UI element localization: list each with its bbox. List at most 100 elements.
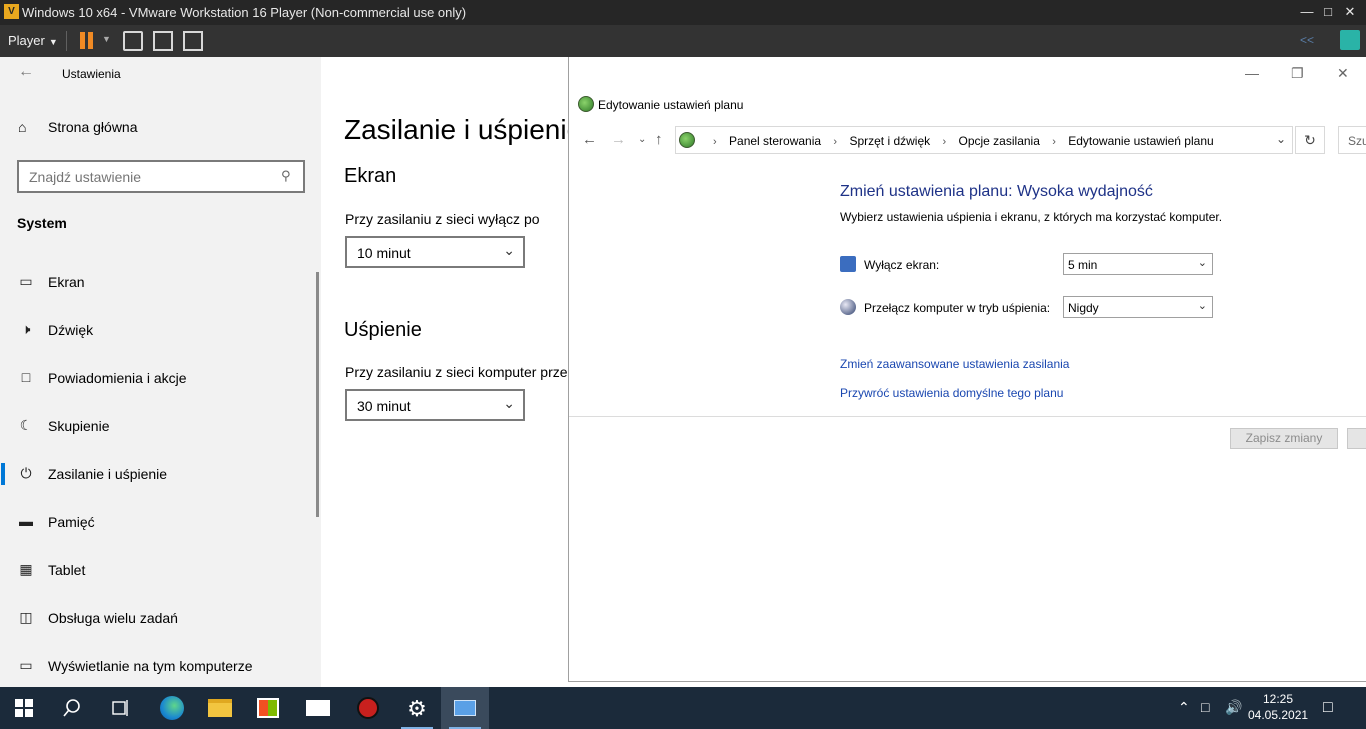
taskbar-settings[interactable]: ⚙ (393, 687, 441, 729)
clock[interactable]: 12:25 04.05.2021 (1248, 691, 1308, 723)
back-arrow-icon[interactable]: ← (582, 131, 597, 148)
sidebar-item-label: Tablet (48, 562, 86, 578)
vmware-toolbar: Player ▼ ▼ << (0, 25, 1366, 57)
forward-arrow-icon[interactable]: → (611, 131, 626, 148)
action-center-icon[interactable]: □ (1323, 699, 1333, 717)
display-off-select[interactable]: 5 min ⌄ (1063, 253, 1213, 275)
sidebar-item-skupienie[interactable]: ☾ Skupienie (0, 406, 318, 446)
sidebar-item-dzwiek[interactable]: 🕨 Dźwięk (0, 310, 318, 350)
control-panel-search-placeholder: Szu (1348, 134, 1366, 148)
home-nav-item[interactable]: ⌂ Strona główna (18, 119, 138, 135)
pause-dropdown-icon[interactable]: ▼ (102, 34, 111, 44)
control-panel-search[interactable]: Szu (1338, 126, 1366, 154)
unity-icon[interactable] (183, 31, 203, 51)
page-title: Zasilanie i uśpienie (344, 114, 568, 145)
screen-timeout-value: 10 minut (357, 245, 411, 261)
chevron-down-icon[interactable]: ⌄ (1276, 132, 1286, 146)
sidebar-item-zasilanie[interactable]: ⏻ Zasilanie i uśpienie (0, 454, 318, 494)
taskbar-store[interactable] (244, 687, 292, 729)
up-arrow-icon[interactable]: ↑ (655, 131, 663, 148)
sleep-timeout-value: 30 minut (357, 398, 411, 414)
taskbar-control-panel[interactable] (441, 687, 489, 729)
sidebar-item-tablet[interactable]: ▦ Tablet (0, 550, 318, 590)
sidebar-scrollbar[interactable] (316, 272, 319, 517)
breadcrumb: › Panel sterowania › Sprzęt i dźwięk › O… (704, 134, 1214, 148)
settings-search-box[interactable]: ⚲ (17, 160, 305, 193)
chevron-down-icon: ▼ (48, 37, 58, 47)
sidebar-item-wielozadaniowosc[interactable]: ◫ Obsługa wielu zadań (0, 598, 318, 638)
refresh-icon[interactable]: ↻ (1295, 126, 1325, 154)
close-icon[interactable]: ✕ (1337, 65, 1349, 82)
control-panel-title: Edytowanie ustawień planu (598, 98, 744, 112)
home-icon: ⌂ (18, 119, 27, 135)
player-menu[interactable]: Player ▼ (8, 33, 58, 48)
display-off-value: 5 min (1068, 258, 1098, 272)
volume-icon[interactable]: 🔊 (1225, 699, 1242, 716)
sidebar-item-label: Wyświetlanie na tym komputerze (48, 658, 253, 674)
taskbar-app-red[interactable] (344, 687, 392, 729)
start-button[interactable] (0, 687, 48, 729)
breadcrumb-item[interactable]: Sprzęt i dźwięk (849, 134, 930, 148)
minimize-icon[interactable]: — (1297, 4, 1317, 20)
sidebar-item-label: Pamięć (48, 514, 95, 530)
minimize-icon[interactable]: — (1245, 65, 1259, 81)
sidebar-item-pamiec[interactable]: ▬ Pamięć (0, 502, 318, 542)
address-bar[interactable]: › Panel sterowania › Sprzęt i dźwięk › O… (675, 126, 1293, 154)
advanced-settings-link[interactable]: Zmień zaawansowane ustawienia zasilania (840, 357, 1069, 371)
moon-icon: ☾ (19, 417, 33, 433)
sleep-select[interactable]: Nigdy ⌄ (1063, 296, 1213, 318)
taskbar: ⚙ ⌃ □ 🔊 12:25 04.05.2021 □ (0, 687, 1366, 729)
breadcrumb-separator-icon: › (833, 136, 838, 148)
cancel-button[interactable] (1347, 428, 1366, 449)
taskbar-file-explorer[interactable] (196, 687, 244, 729)
sidebar-item-label: Zasilanie i uśpienie (48, 466, 168, 482)
taskbar-edge[interactable] (148, 687, 196, 729)
message-log-icon[interactable] (1340, 30, 1360, 50)
sidebar-item-label: Skupienie (48, 418, 110, 434)
breadcrumb-separator-icon: › (942, 136, 947, 148)
multitasking-icon: ◫ (19, 609, 33, 625)
pause-icon[interactable] (80, 32, 94, 49)
close-icon[interactable]: ✕ (1340, 4, 1360, 20)
back-arrow-icon[interactable]: ← (18, 63, 34, 81)
search-icon[interactable]: ⚲ (281, 168, 295, 183)
sidebar-item-powiadomienia[interactable]: □ Powiadomienia i akcje (0, 358, 318, 398)
breadcrumb-item[interactable]: Panel sterowania (729, 134, 821, 148)
sleep-timeout-label: Przy zasilaniu z sieci komputer przec (345, 364, 568, 380)
monitor-icon: ▭ (19, 273, 33, 289)
send-ctrl-alt-del-icon[interactable] (123, 31, 143, 51)
collapse-toolbar-icon[interactable]: << (1300, 33, 1314, 47)
restore-icon[interactable]: ❐ (1291, 65, 1304, 82)
sleep-timeout-dropdown[interactable]: 30 minut ⌄ (345, 389, 525, 421)
notification-icon: □ (21, 369, 31, 385)
tablet-icon: ▦ (19, 561, 33, 577)
network-icon[interactable]: □ (1201, 699, 1209, 715)
display-off-label: Wyłącz ekran: (864, 258, 940, 272)
save-changes-button[interactable]: Zapisz zmiany (1230, 428, 1338, 449)
restore-defaults-link[interactable]: Przywróć ustawienia domyślne tego planu (840, 386, 1063, 400)
section-header-system: System (17, 215, 67, 231)
sleep-value: Nigdy (1068, 301, 1099, 315)
chevron-down-icon: ⌄ (1197, 257, 1207, 269)
control-panel-icon (454, 700, 476, 716)
folder-icon (208, 699, 232, 717)
screen-timeout-dropdown[interactable]: 10 minut ⌄ (345, 236, 525, 268)
taskbar-mail[interactable] (294, 687, 342, 729)
vmware-logo-icon: V (4, 4, 19, 19)
settings-sidebar: ← Ustawienia ⌂ Strona główna ⚲ System ▭ Ek… (0, 57, 321, 687)
vmware-window-title: Windows 10 x64 - VMware Workstation 16 P… (22, 5, 467, 20)
task-view-button[interactable] (96, 687, 144, 729)
recent-locations-icon[interactable]: ⌄ (638, 134, 646, 145)
sidebar-item-ekran[interactable]: ▭ Ekran (0, 262, 318, 302)
fullscreen-icon[interactable] (153, 31, 173, 51)
search-button[interactable] (48, 687, 96, 729)
search-icon (63, 699, 80, 717)
maximize-icon[interactable]: □ (1318, 4, 1338, 20)
breadcrumb-item[interactable]: Opcje zasilania (959, 134, 1040, 148)
chevron-down-icon: ⌄ (503, 395, 515, 411)
breadcrumb-item[interactable]: Edytowanie ustawień planu (1068, 134, 1213, 148)
settings-search-input[interactable] (19, 162, 259, 191)
chevron-up-icon[interactable]: ⌃ (1178, 699, 1190, 716)
sidebar-item-wyswietlanie[interactable]: ▭ Wyświetlanie na tym komputerze (0, 646, 318, 686)
windows-logo-icon (15, 699, 33, 717)
